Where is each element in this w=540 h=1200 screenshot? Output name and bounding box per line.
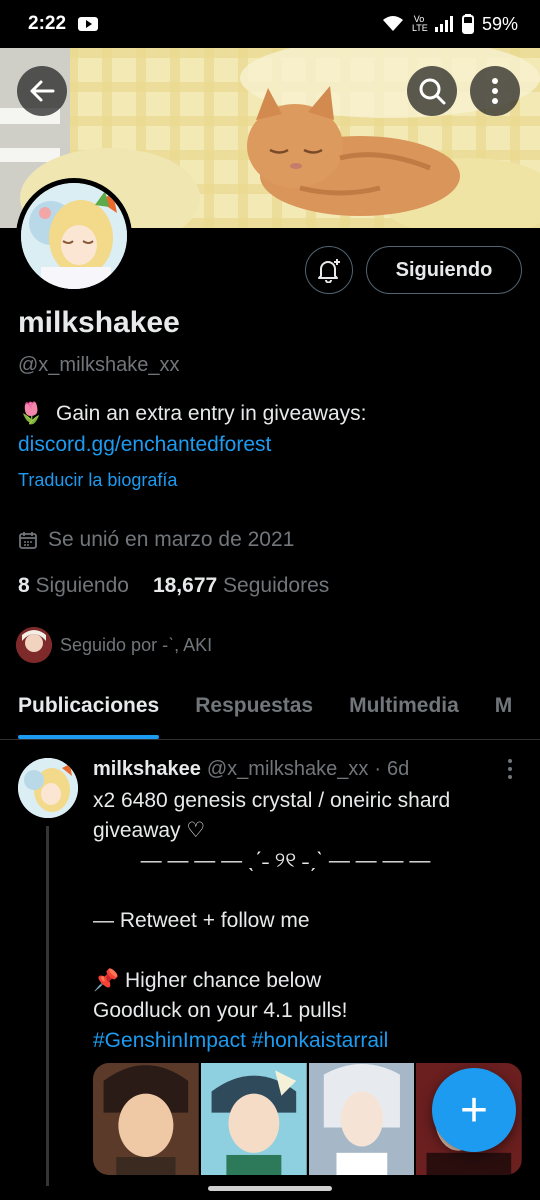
youtube-notification-icon [78, 17, 99, 31]
media-image-2[interactable] [200, 1063, 307, 1175]
following-count: 8 [18, 574, 30, 597]
join-date: Se unió en marzo de 2021 [18, 528, 294, 552]
tweet-hashtags: #GenshinImpact #honkaistarrail [93, 1026, 518, 1056]
battery-icon [461, 14, 474, 34]
profile-tabs: Publicaciones Respuestas Multimedia M [0, 680, 540, 740]
home-indicator[interactable] [208, 1186, 332, 1191]
volte-indicator: Vo LTE [411, 14, 428, 33]
tulip-emoji-icon: 🌷 [18, 402, 45, 425]
followers-count: 18,677 [152, 574, 218, 597]
tweet-divider: — — — — ˎˊ˗ ୨୧ ˗ˏˋ — — — — [140, 849, 431, 872]
tweet-avatar[interactable] [18, 758, 78, 818]
profile-handle: @x_milkshake_xx [18, 354, 180, 376]
tab-respuestas[interactable]: Respuestas [195, 680, 313, 739]
tweet-line-1: x2 6480 genesis crystal / oneiric shard [93, 789, 451, 812]
profile-avatar[interactable] [16, 178, 132, 294]
thread-line [46, 826, 49, 1186]
pushpin-emoji-icon: 📌 [93, 969, 120, 992]
notifications-button[interactable] [305, 246, 353, 294]
avatar-image [21, 183, 127, 289]
status-bar: 2:22 Vo LTE 59% [0, 0, 540, 48]
compose-button[interactable]: + [432, 1068, 516, 1152]
tweet-header: milkshakee @x_milkshake_xx · 6d [93, 758, 409, 781]
calendar-icon [19, 532, 37, 549]
tweet-text: x2 6480 genesis crystal / oneiric shard … [93, 786, 518, 1056]
status-icons: Vo LTE 59% [382, 14, 518, 35]
translate-bio-link[interactable]: Traducir la biografía [18, 470, 177, 491]
signal-icon [434, 16, 453, 32]
plus-icon: + [459, 1083, 489, 1137]
more-vertical-icon [492, 78, 498, 104]
more-vertical-icon [508, 759, 512, 779]
tweet-line-4: — Retweet + follow me [93, 909, 310, 932]
tweet-separator: · [374, 758, 381, 780]
following-label: Siguiendo [35, 574, 129, 597]
display-name: milkshakee [18, 306, 180, 339]
followers-label: Seguidores [223, 574, 330, 597]
followed-by[interactable]: Seguido por -ˋ, AKI [16, 627, 212, 663]
bio-text: Gain an extra entry in giveaways: [56, 402, 367, 425]
media-image-1[interactable] [93, 1063, 199, 1175]
tweet-line-5-text: Higher chance below [125, 969, 322, 992]
wifi-icon [382, 16, 403, 31]
search-icon [419, 78, 446, 105]
more-button[interactable] [470, 66, 520, 116]
followed-by-text: Seguido por -ˋ, AKI [60, 634, 213, 655]
hashtag-genshin[interactable]: #GenshinImpact [93, 1029, 246, 1052]
tweet-line-6: Goodluck on your 4.1 pulls! [93, 999, 348, 1022]
tweet-time: 6d [387, 758, 410, 780]
search-button[interactable] [407, 66, 457, 116]
back-arrow-icon [30, 80, 55, 102]
bio: 🌷 Gain an extra entry in giveaways: disco… [18, 398, 518, 460]
tweet-line-5: 📌 Higher chance below [93, 966, 518, 996]
following-stat[interactable]: 8 Siguiendo [18, 574, 129, 598]
follow-stats: 8 Siguiendo 18,677 Seguidores [18, 574, 329, 598]
following-button[interactable]: Siguiendo [366, 246, 522, 294]
tab-publicaciones[interactable]: Publicaciones [18, 680, 160, 739]
battery-percent: 59% [481, 13, 518, 34]
tweet-author-handle: @x_milkshake_xx [206, 758, 369, 780]
tweet-author-name[interactable]: milkshakee [93, 758, 201, 781]
followers-stat[interactable]: 18,677 Seguidores [153, 574, 329, 598]
mutual-avatar [16, 627, 52, 663]
tab-multimedia[interactable]: Multimedia [349, 680, 459, 739]
join-date-text: Se unió en marzo de 2021 [48, 528, 295, 551]
tab-more[interactable]: M [495, 680, 513, 739]
hashtag-honkai[interactable]: #honkaistarrail [252, 1029, 389, 1052]
media-image-3[interactable] [308, 1063, 415, 1175]
bell-plus-icon [318, 259, 340, 283]
back-button[interactable] [17, 66, 67, 116]
bio-link[interactable]: discord.gg/enchantedforest [18, 433, 271, 456]
tweet-line-2: giveaway ♡ [93, 819, 206, 842]
status-time: 2:22 [28, 13, 67, 34]
tweet-more-button[interactable] [505, 758, 515, 780]
